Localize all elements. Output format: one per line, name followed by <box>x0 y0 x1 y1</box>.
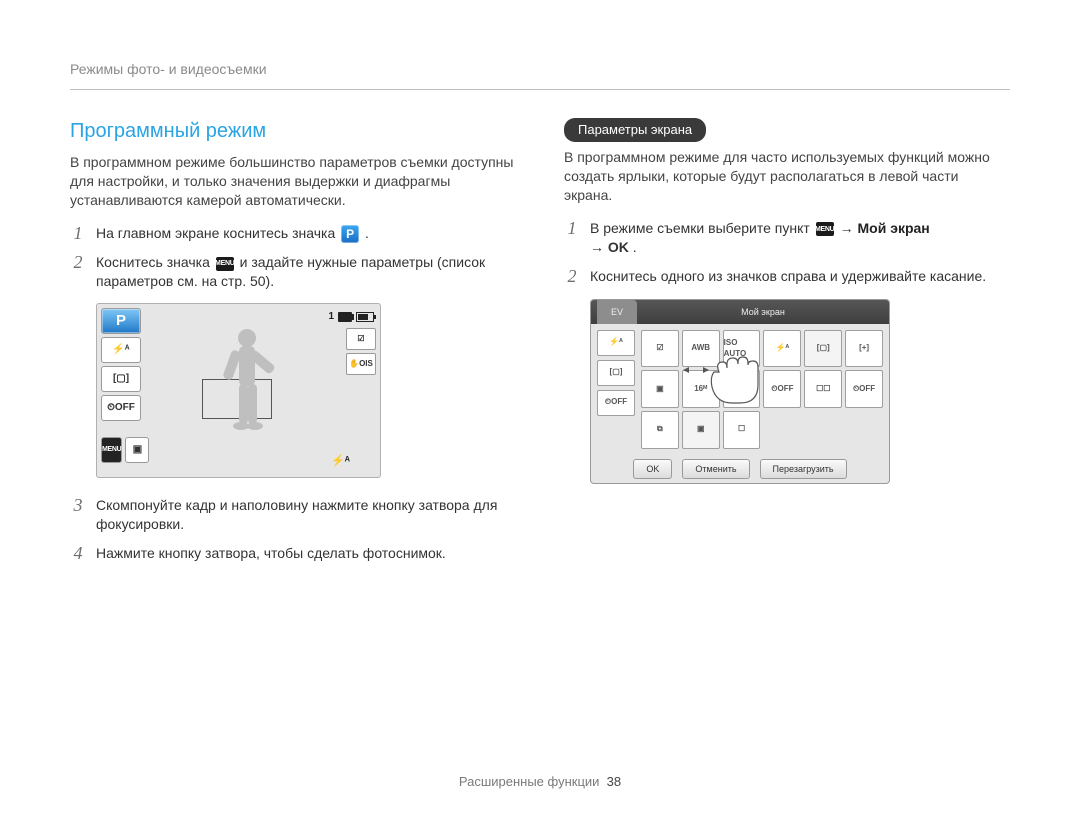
grid-item[interactable]: 16ᴹ <box>682 370 720 408</box>
menu-button[interactable]: MENU <box>101 437 122 463</box>
my-screen-screenshot: EV Мой экран ⚡ᴬ [▢] ⏲OFF ☑ AWB ISO AUTO … <box>590 299 890 484</box>
grid-item[interactable]: ⚡ᴬ <box>763 330 801 368</box>
footer-label: Расширенные функции <box>459 774 600 789</box>
grid-item[interactable]: ▣ <box>641 370 679 408</box>
camera-right-buttons: ☑ ✋OIS <box>346 328 376 375</box>
counter: 1 <box>328 310 334 324</box>
step-number: 2 <box>70 253 86 273</box>
flash-button[interactable]: ⚡ᴬ <box>101 337 141 363</box>
slot-af[interactable]: [▢] <box>597 360 635 386</box>
step-text: Нажмите кнопку затвора, чтобы сделать фо… <box>96 544 516 563</box>
grid-item[interactable]: ⧉SF <box>723 370 761 408</box>
grid-item[interactable]: ☐☐ <box>804 370 842 408</box>
step-text: Скомпонуйте кадр и наполовину нажмите кн… <box>96 496 516 534</box>
step-3: 3 Скомпонуйте кадр и наполовину нажмите … <box>70 496 516 534</box>
left-column: Программный режим В программном режиме б… <box>70 118 516 574</box>
tabs: EV Мой экран <box>591 300 889 324</box>
left-steps-cont: 3 Скомпонуйте кадр и наполовину нажмите … <box>70 496 516 564</box>
arrow-icon: → <box>840 220 854 236</box>
section-pill: Параметры экрана <box>564 118 706 143</box>
footer: Расширенные функции 38 <box>0 773 1080 791</box>
left-intro: В программном режиме большинство парамет… <box>70 153 516 210</box>
right-column: Параметры экрана В программном режиме дл… <box>564 118 1010 574</box>
grid-item[interactable]: [+] <box>845 330 883 368</box>
bottom-flash-indicator: ⚡ᴬ <box>331 454 350 469</box>
text: . <box>633 239 637 255</box>
menu-icon: MENU <box>816 222 834 236</box>
columns: Программный режим В программном режиме б… <box>70 118 1010 574</box>
mode-p-button[interactable]: P <box>101 308 141 334</box>
grid-item[interactable]: ▣ <box>682 411 720 449</box>
ok-button[interactable]: OK <box>633 459 672 479</box>
text: Коснитесь значка <box>96 254 214 270</box>
subject-silhouette-icon <box>217 324 297 464</box>
af-mode-button[interactable]: [▢] <box>101 366 141 392</box>
right-steps: 1 В режиме съемки выберите пункт MENU → … <box>564 219 1010 287</box>
p-mode-icon: P <box>341 225 359 243</box>
camera-preview-screenshot: P ⚡ᴬ [▢] ⏲OFF MENU ▣ 1 ☑ <box>96 303 381 478</box>
my-screen-label: Мой экран <box>858 220 930 236</box>
step-number: 1 <box>70 224 86 244</box>
step-text: Коснитесь одного из значков справа и уде… <box>590 267 1010 286</box>
grid-item[interactable]: ⏲OFF <box>845 370 883 408</box>
cancel-button[interactable]: Отменить <box>682 459 749 479</box>
ois-button[interactable]: ✋OIS <box>346 353 376 375</box>
step-text: Коснитесь значка MENU и задайте нужные п… <box>96 253 516 291</box>
display-button[interactable]: ▣ <box>125 437 149 463</box>
icon-grid: ☑ AWB ISO AUTO ⚡ᴬ [▢] [+] ▣ 16ᴹ ⧉SF ⏲OFF… <box>641 330 883 449</box>
step-2: 2 Коснитесь значка MENU и задайте нужные… <box>70 253 516 291</box>
arrow-icon: → <box>590 239 604 255</box>
ev-button[interactable]: ☑ <box>346 328 376 350</box>
step-number: 2 <box>564 267 580 287</box>
step-number: 1 <box>564 219 580 239</box>
battery-icon <box>356 312 374 322</box>
menu-icon: MENU <box>216 257 234 271</box>
page-number: 38 <box>607 774 621 789</box>
sd-card-icon <box>338 312 352 322</box>
grid-item[interactable]: [▢] <box>804 330 842 368</box>
grid-item[interactable]: ⏲OFF <box>763 370 801 408</box>
ok-label: OK <box>608 239 629 255</box>
step-number: 3 <box>70 496 86 516</box>
reset-button[interactable]: Перезагрузить <box>760 459 847 479</box>
grid-item[interactable]: AWB <box>682 330 720 368</box>
breadcrumb: Режимы фото- и видеосъемки <box>70 60 1010 90</box>
step-number: 4 <box>70 544 86 564</box>
step-4: 4 Нажмите кнопку затвора, чтобы сделать … <box>70 544 516 564</box>
page: Режимы фото- и видеосъемки Программный р… <box>0 0 1080 815</box>
camera-status-bar: 1 <box>328 310 374 324</box>
step-text: На главном экране коснитесь значка P . <box>96 224 516 243</box>
left-steps: 1 На главном экране коснитесь значка P .… <box>70 224 516 292</box>
step-text: В режиме съемки выберите пункт MENU → Мо… <box>590 219 1010 257</box>
step-1: 1 В режиме съемки выберите пункт MENU → … <box>564 219 1010 257</box>
slot-flash[interactable]: ⚡ᴬ <box>597 330 635 356</box>
grid-item[interactable]: ☑ <box>641 330 679 368</box>
step-1: 1 На главном экране коснитесь значка P . <box>70 224 516 244</box>
step-2: 2 Коснитесь одного из значков справа и у… <box>564 267 1010 287</box>
text: На главном экране коснитесь значка <box>96 225 339 241</box>
text: . <box>365 225 369 241</box>
grid-item[interactable]: ISO AUTO <box>723 330 761 368</box>
left-shortcut-slots: ⚡ᴬ [▢] ⏲OFF <box>597 330 635 416</box>
tab-ev[interactable]: EV <box>597 300 637 324</box>
camera-left-buttons: P ⚡ᴬ [▢] ⏲OFF MENU ▣ <box>101 308 141 463</box>
text: В режиме съемки выберите пункт <box>590 220 814 236</box>
dialog-buttons: OK Отменить Перезагрузить <box>591 459 889 479</box>
page-title: Программный режим <box>70 118 516 145</box>
timer-button[interactable]: ⏲OFF <box>101 395 141 421</box>
grid-item[interactable]: ☐ <box>723 411 761 449</box>
tab-my-screen[interactable]: Мой экран <box>637 300 889 324</box>
grid-item[interactable]: ⧉ <box>641 411 679 449</box>
slot-timer[interactable]: ⏲OFF <box>597 390 635 416</box>
right-intro: В программном режиме для часто используе… <box>564 148 1010 205</box>
